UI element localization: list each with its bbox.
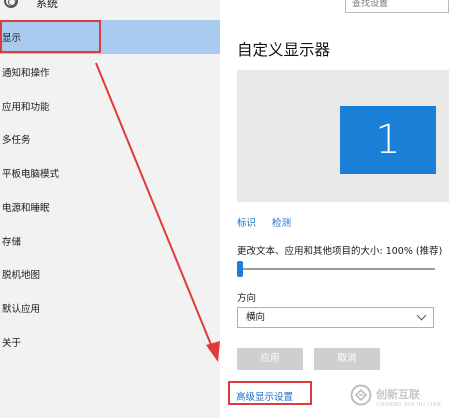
orientation-select[interactable]: 横向 [237, 307, 434, 328]
sidebar-item-offline-maps[interactable]: 脱机地图 [0, 257, 220, 291]
orientation-label: 方向 [237, 293, 257, 304]
watermark-name: 创新互联 [376, 388, 420, 401]
advanced-display-settings-link[interactable]: 高级显示设置 [236, 389, 293, 403]
monitor-arrangement-area: 1 [237, 70, 449, 202]
orientation-value: 横向 [246, 312, 266, 323]
chevron-down-icon [416, 310, 427, 321]
sidebar-item-label: 脱机地图 [2, 270, 41, 281]
page-title: 自定义显示器 [237, 41, 331, 59]
sidebar-item-apps[interactable]: 应用和功能 [0, 89, 220, 123]
sidebar-item-label: 关于 [2, 338, 22, 349]
scale-slider-thumb[interactable] [237, 261, 243, 277]
sidebar-item-label: 默认应用 [2, 304, 41, 315]
watermark-subtitle: CHUANG XIN HU LIAN [376, 402, 442, 408]
system-header: 系统 [0, 0, 220, 20]
scale-slider-track[interactable] [240, 268, 435, 270]
watermark: 创新互联 CHUANG XIN HU LIAN [350, 380, 449, 418]
scale-label: 更改文本、应用和其他项目的大小: 100% (推荐) [237, 246, 443, 257]
monitor-1-tile[interactable]: 1 [340, 106, 436, 174]
sidebar: 系统 显示 通知和操作 应用和功能 多任务 平板电脑模式 电源和睡眠 存储 脱机… [0, 0, 220, 418]
search-input[interactable]: 查找设置 [345, 0, 449, 13]
sidebar-item-label: 电源和睡眠 [2, 203, 50, 214]
annotation-highlight-display [0, 20, 101, 53]
sidebar-item-storage[interactable]: 存储 [0, 224, 220, 258]
sidebar-item-label: 存储 [2, 237, 22, 248]
gear-icon [4, 0, 18, 8]
sidebar-item-label: 多任务 [2, 135, 31, 146]
system-title: 系统 [36, 0, 58, 10]
sidebar-item-power-sleep[interactable]: 电源和睡眠 [0, 190, 220, 224]
sidebar-item-notifications[interactable]: 通知和操作 [0, 55, 220, 89]
sidebar-item-label: 应用和功能 [2, 102, 50, 113]
brand-logo-icon [350, 384, 372, 406]
sidebar-item-tablet-mode[interactable]: 平板电脑模式 [0, 156, 220, 190]
sidebar-item-label: 通知和操作 [2, 68, 50, 79]
sidebar-item-default-apps[interactable]: 默认应用 [0, 291, 220, 325]
identify-link[interactable]: 标识 [237, 215, 256, 229]
sidebar-item-about[interactable]: 关于 [0, 325, 220, 359]
cancel-button[interactable]: 取消 [314, 348, 380, 370]
detect-link[interactable]: 检测 [272, 215, 291, 229]
sidebar-item-label: 平板电脑模式 [2, 169, 60, 180]
sidebar-item-multitasking[interactable]: 多任务 [0, 122, 220, 156]
apply-button[interactable]: 应用 [237, 348, 303, 370]
